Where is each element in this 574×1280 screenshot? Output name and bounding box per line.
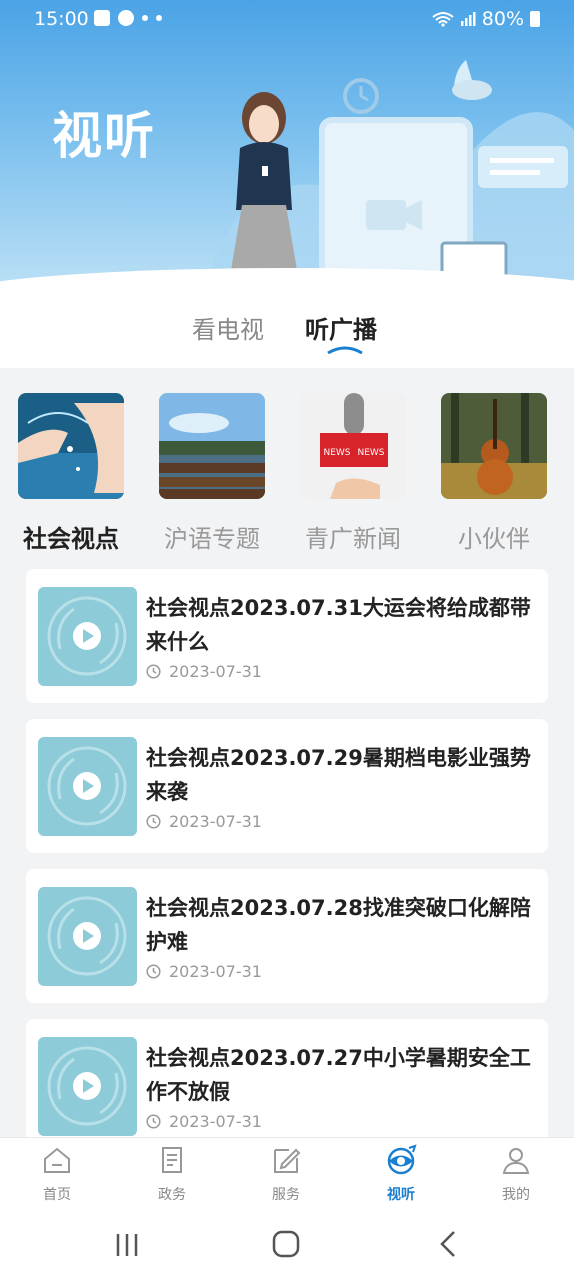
audio-thumb — [38, 887, 137, 986]
category-thumb — [18, 393, 124, 499]
category-little-partner[interactable]: 小伙伴 — [441, 393, 547, 554]
document-icon — [162, 1147, 182, 1173]
bottom-navigation: 首页 政务 服务 视听 我的 — [0, 1137, 574, 1209]
banner-illustration — [206, 60, 574, 300]
notification-dot-icon — [156, 15, 162, 21]
item-date: 2023-07-31 — [169, 962, 262, 981]
item-date: 2023-07-31 — [169, 812, 262, 831]
audio-thumb — [38, 587, 137, 686]
list-item[interactable]: 社会视点2023.07.29暑期档电影业强势来袭 2023-07-31 — [26, 719, 548, 853]
status-bar: 15:00 80% — [0, 0, 574, 40]
play-icon — [47, 596, 127, 676]
recent-apps-icon[interactable] — [114, 1232, 140, 1258]
svg-text:NEWS: NEWS — [323, 448, 350, 458]
audio-thumb — [38, 737, 137, 836]
category-thumb — [159, 393, 265, 499]
item-title: 社会视点2023.07.28找准突破口化解陪护难 — [146, 896, 531, 954]
signal-icon — [460, 12, 476, 26]
header-banner: 15:00 80% 视听 — [0, 0, 574, 300]
eye-icon — [387, 1144, 417, 1175]
tab-listen-radio[interactable]: 听广播 — [305, 310, 377, 345]
nav-home[interactable]: 首页 — [17, 1144, 97, 1204]
clock-icon — [146, 814, 161, 829]
svg-text:NEWS: NEWS — [357, 448, 384, 458]
nav-government[interactable]: 政务 — [132, 1144, 212, 1204]
home-icon — [44, 1147, 70, 1173]
tab-watch-tv[interactable]: 看电视 — [192, 310, 264, 345]
item-date: 2023-07-31 — [169, 1112, 262, 1131]
item-date: 2023-07-31 — [169, 662, 262, 681]
nav-service[interactable]: 服务 — [246, 1144, 326, 1204]
nav-mine[interactable]: 我的 — [476, 1144, 556, 1204]
category-thumb — [441, 393, 547, 499]
play-icon — [47, 746, 127, 826]
category-thumb: NEWS NEWS — [300, 393, 406, 499]
gallery-icon — [94, 10, 110, 26]
page-title: 视听 — [52, 107, 156, 165]
back-icon[interactable] — [436, 1230, 460, 1258]
category-qingpu-news[interactable]: NEWS NEWS 青广新闻 — [300, 393, 406, 554]
list-item[interactable]: 社会视点2023.07.27中小学暑期安全工作不放假 2023-07-31 — [26, 1019, 548, 1153]
clock-icon — [146, 1114, 161, 1129]
list-item[interactable]: 社会视点2023.07.28找准突破口化解陪护难 2023-07-31 — [26, 869, 548, 1003]
battery-icon — [530, 11, 540, 27]
chat-icon — [118, 10, 134, 26]
audio-thumb — [38, 1037, 137, 1136]
item-title: 社会视点2023.07.27中小学暑期安全工作不放假 — [146, 1046, 531, 1104]
category-social-viewpoint[interactable]: 社会视点 — [18, 393, 124, 554]
clock-icon — [146, 964, 161, 979]
play-icon — [47, 896, 127, 976]
app-dots-icon — [142, 15, 148, 21]
media-tabs: 看电视 听广播 — [0, 290, 574, 368]
system-nav-bar — [0, 1208, 574, 1280]
wifi-icon — [432, 12, 454, 27]
category-shanghai-dialect[interactable]: 沪语专题 — [159, 393, 265, 554]
item-title: 社会视点2023.07.29暑期档电影业强势来袭 — [146, 746, 531, 804]
home-button-icon[interactable] — [272, 1230, 300, 1258]
clock-icon — [146, 664, 161, 679]
nav-audiovisual[interactable]: 视听 — [361, 1144, 441, 1204]
status-time: 15:00 — [34, 8, 89, 30]
battery-percent: 80% — [481, 8, 524, 30]
item-title: 社会视点2023.07.31大运会将给成都带来什么 — [146, 596, 531, 654]
edit-icon — [274, 1148, 301, 1173]
list-item[interactable]: 社会视点2023.07.31大运会将给成都带来什么 2023-07-31 — [26, 569, 548, 703]
user-icon — [502, 1148, 530, 1174]
play-icon — [47, 1046, 127, 1126]
category-row: 社会视点 沪语专题 NEWS NEWS 青广新闻 小伙伴 — [0, 368, 574, 558]
active-tab-indicator — [327, 346, 363, 354]
